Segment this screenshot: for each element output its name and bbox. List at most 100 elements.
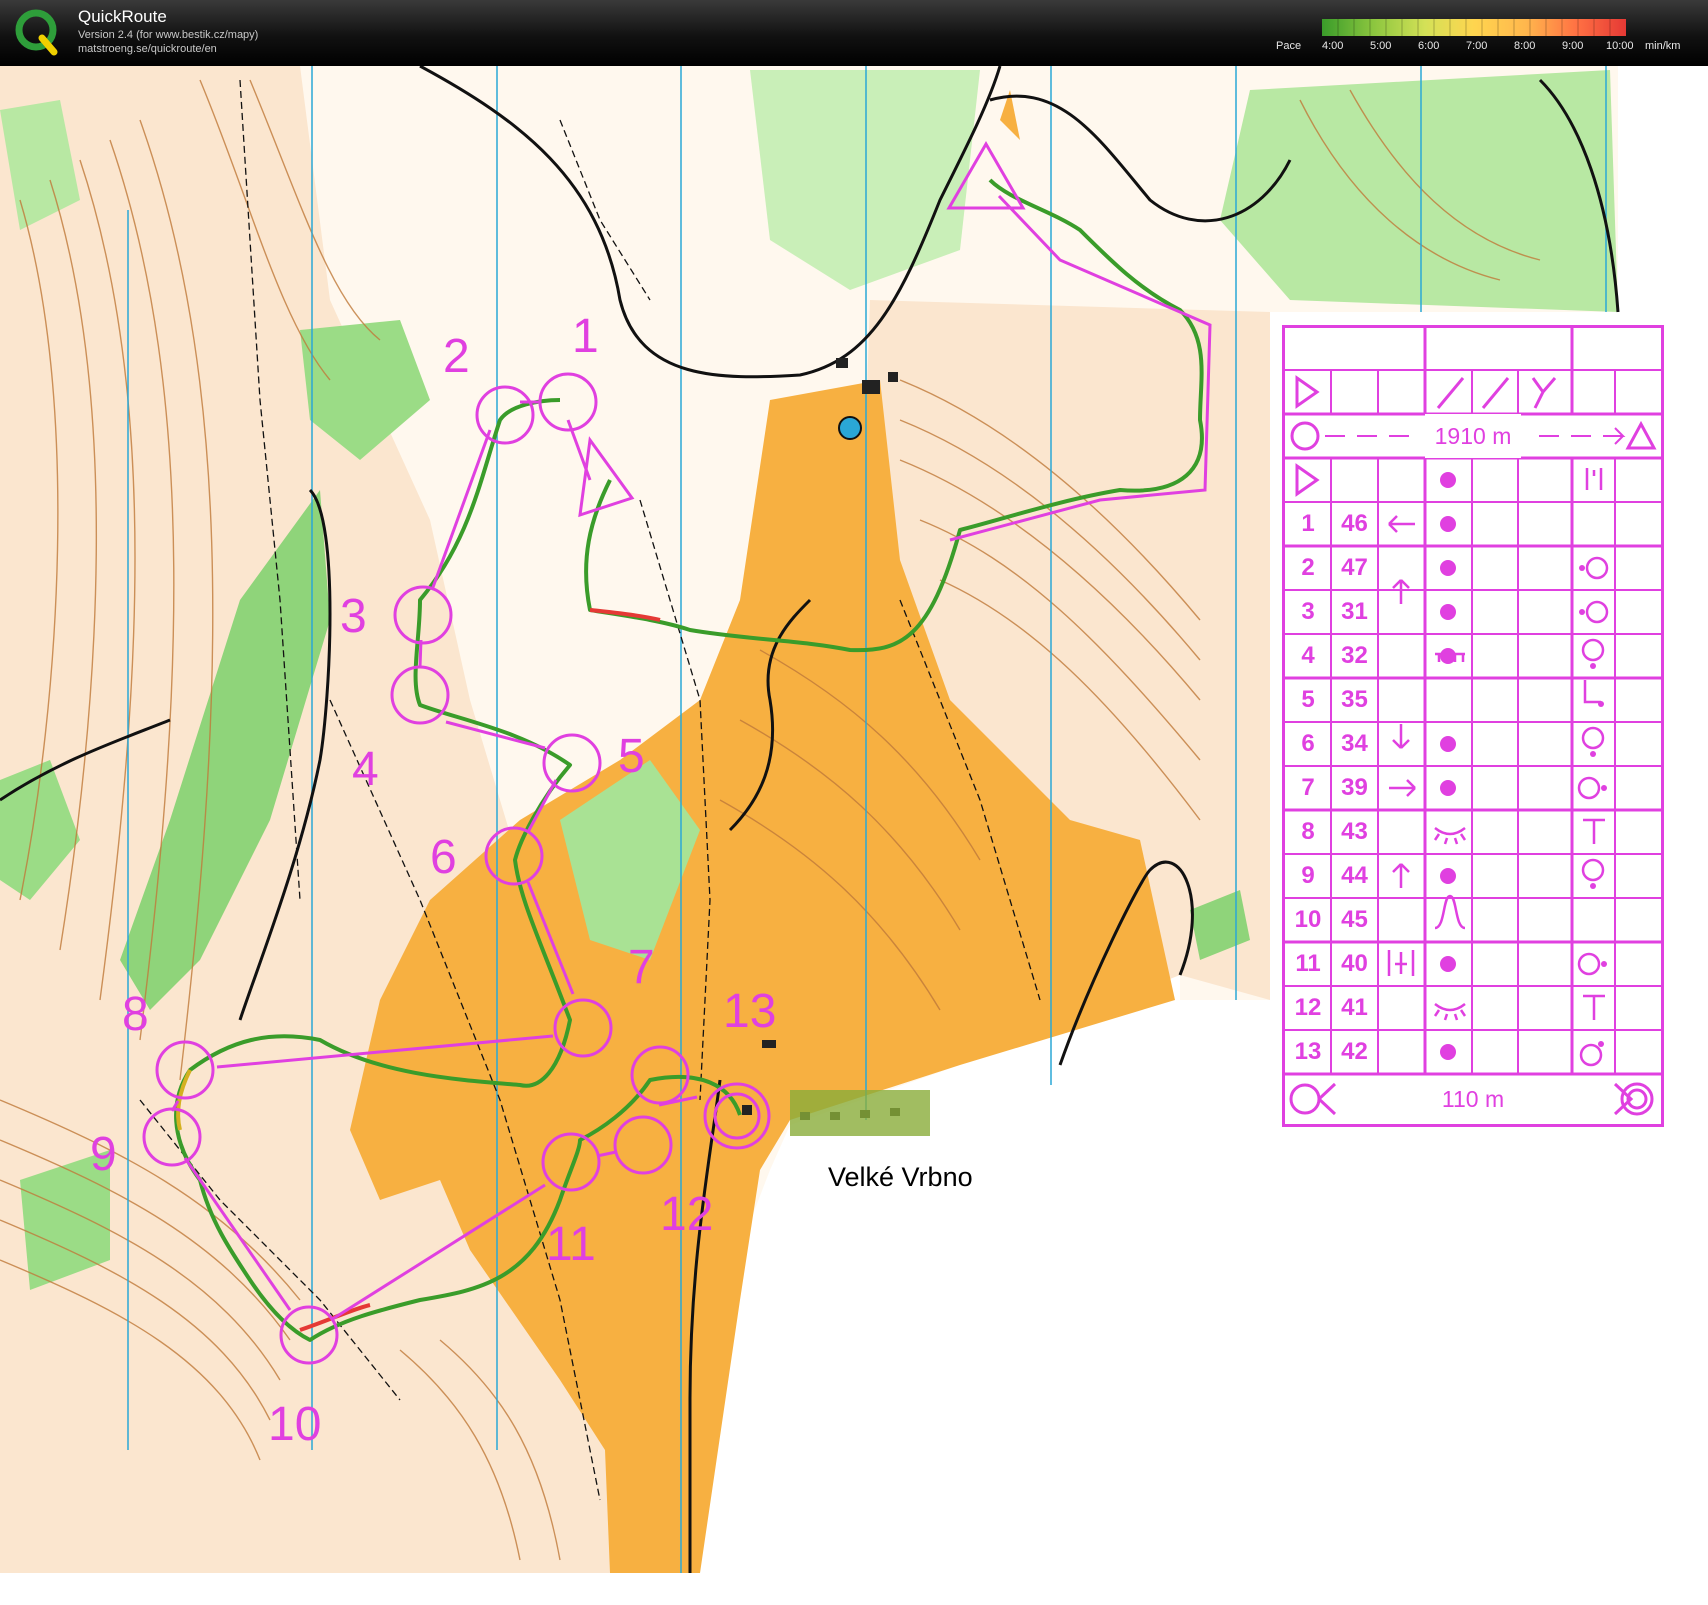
dot-icon xyxy=(1440,868,1456,884)
control-label: 3 xyxy=(340,590,367,643)
pace-tick: 7:00 xyxy=(1466,40,1488,52)
corner-icon xyxy=(1583,680,1601,704)
drink-icon xyxy=(1585,468,1603,490)
control-label: 2 xyxy=(443,330,470,383)
pace-tick: 4:00 xyxy=(1322,40,1344,52)
dot-icon xyxy=(1440,604,1456,620)
side-dot-icon xyxy=(1579,609,1585,615)
control-number: 9 xyxy=(1301,862,1315,889)
slope-icon xyxy=(1481,377,1510,409)
start-triangle-icon xyxy=(1295,375,1320,409)
fork-icon xyxy=(1531,377,1557,409)
pit-icon xyxy=(1433,826,1467,845)
side-dot-icon xyxy=(1598,1041,1604,1047)
control-code: 39 xyxy=(1341,774,1368,801)
pace-label: Pace xyxy=(1276,40,1302,52)
bottom-circle-icon xyxy=(1581,638,1605,662)
control-label: 8 xyxy=(122,988,149,1041)
control-number: 11 xyxy=(1295,950,1321,977)
finish-left-icon xyxy=(1317,1082,1337,1116)
dot-icon xyxy=(1440,560,1456,576)
control-number: 8 xyxy=(1301,818,1315,845)
place-label: Velké Vrbno xyxy=(828,1162,973,1192)
pond xyxy=(838,416,862,440)
pit-icon xyxy=(1433,1002,1467,1021)
dot-icon xyxy=(1440,472,1456,488)
control-code: 46 xyxy=(1341,510,1368,537)
bottom-circle-icon xyxy=(1581,726,1605,750)
bottom-circle-icon xyxy=(1581,858,1605,882)
dot-icon xyxy=(1440,516,1456,532)
arrow-right-icon xyxy=(1389,779,1416,797)
knoll-icon xyxy=(1434,894,1466,930)
control-label: 7 xyxy=(628,941,655,994)
control-code: 32 xyxy=(1341,642,1368,669)
quickroute-logo-icon xyxy=(15,9,58,56)
control-label: 6 xyxy=(430,831,457,884)
course-length: 1910 m xyxy=(1425,414,1521,458)
side-dot-icon xyxy=(1601,785,1607,791)
control-code: 47 xyxy=(1341,554,1368,581)
pace-unit: min/km xyxy=(1645,40,1681,52)
finish-start-circle-icon xyxy=(1289,1083,1321,1115)
slope-icon xyxy=(1436,377,1465,409)
control-label: 12 xyxy=(660,1188,713,1241)
control-number: 7 xyxy=(1301,774,1315,801)
dot-icon xyxy=(1440,956,1456,972)
finish-triangle-icon xyxy=(1625,420,1657,450)
control-number: 13 xyxy=(1294,1038,1322,1065)
control-number: 6 xyxy=(1301,730,1315,757)
control-number: 2 xyxy=(1301,554,1315,581)
finish-length: 110 m xyxy=(1425,1077,1521,1121)
control-code: 43 xyxy=(1341,818,1368,845)
control-number: 12 xyxy=(1294,994,1322,1021)
side-dot-icon xyxy=(1590,883,1596,889)
pace-color-bar xyxy=(1322,19,1626,36)
side-circle-icon xyxy=(1585,556,1609,580)
arrow-up-icon xyxy=(1392,579,1410,604)
pace-tick: 8:00 xyxy=(1514,40,1536,52)
control-code: 35 xyxy=(1341,686,1368,713)
control-code: 44 xyxy=(1341,862,1368,889)
t-icon xyxy=(1583,994,1605,1020)
top-circle-icon xyxy=(1579,1043,1603,1067)
control-code: 40 xyxy=(1341,950,1368,977)
control-label: 1 xyxy=(572,310,599,363)
app-title: QuickRoute xyxy=(78,7,167,26)
between-icon xyxy=(1387,950,1415,976)
control-description-sheet: 1910 m 110 m 1 46 2 47 3 31 4 32 5 35 6 … xyxy=(1282,325,1664,1127)
arrow-up-icon xyxy=(1392,863,1410,888)
control-number: 1 xyxy=(1301,510,1315,537)
side-dot-icon xyxy=(1601,961,1607,967)
control-number: 10 xyxy=(1294,906,1322,933)
pace-tick: 9:00 xyxy=(1562,40,1584,52)
control-code: 42 xyxy=(1341,1038,1368,1065)
side-circle-icon xyxy=(1577,776,1601,800)
dot-icon xyxy=(1440,736,1456,752)
control-label: 10 xyxy=(268,1398,321,1451)
t-icon xyxy=(1583,818,1605,844)
start-triangle-icon xyxy=(1295,463,1320,497)
pace-tick: 5:00 xyxy=(1370,40,1392,52)
pace-tick: 6:00 xyxy=(1418,40,1440,52)
side-dot-icon xyxy=(1590,663,1596,669)
control-code: 31 xyxy=(1341,598,1368,625)
side-circle-icon xyxy=(1577,952,1601,976)
app-url: matstroeng.se/quickroute/en xyxy=(78,43,217,55)
app-version: Version 2.4 (for www.bestik.cz/mapy) xyxy=(78,29,259,41)
control-code: 41 xyxy=(1341,994,1368,1021)
side-dot-icon xyxy=(1579,565,1585,571)
start-circle-icon xyxy=(1290,421,1320,451)
arrow-right-icon xyxy=(1539,427,1626,445)
control-label: 9 xyxy=(90,1128,117,1181)
dot-icon xyxy=(1440,1044,1456,1060)
control-label: 4 xyxy=(352,743,379,796)
side-dot-icon xyxy=(1598,701,1604,707)
control-code: 34 xyxy=(1341,730,1368,757)
pace-tick: 10:00 xyxy=(1606,40,1634,52)
control-code: 45 xyxy=(1341,906,1368,933)
control-label: 5 xyxy=(618,730,645,783)
green-vegetation xyxy=(1220,70,1618,312)
quickroute-window: QuickRoute Version 2.4 (for www.bestik.c… xyxy=(0,0,1708,1605)
arrow-left-icon xyxy=(1388,515,1415,533)
